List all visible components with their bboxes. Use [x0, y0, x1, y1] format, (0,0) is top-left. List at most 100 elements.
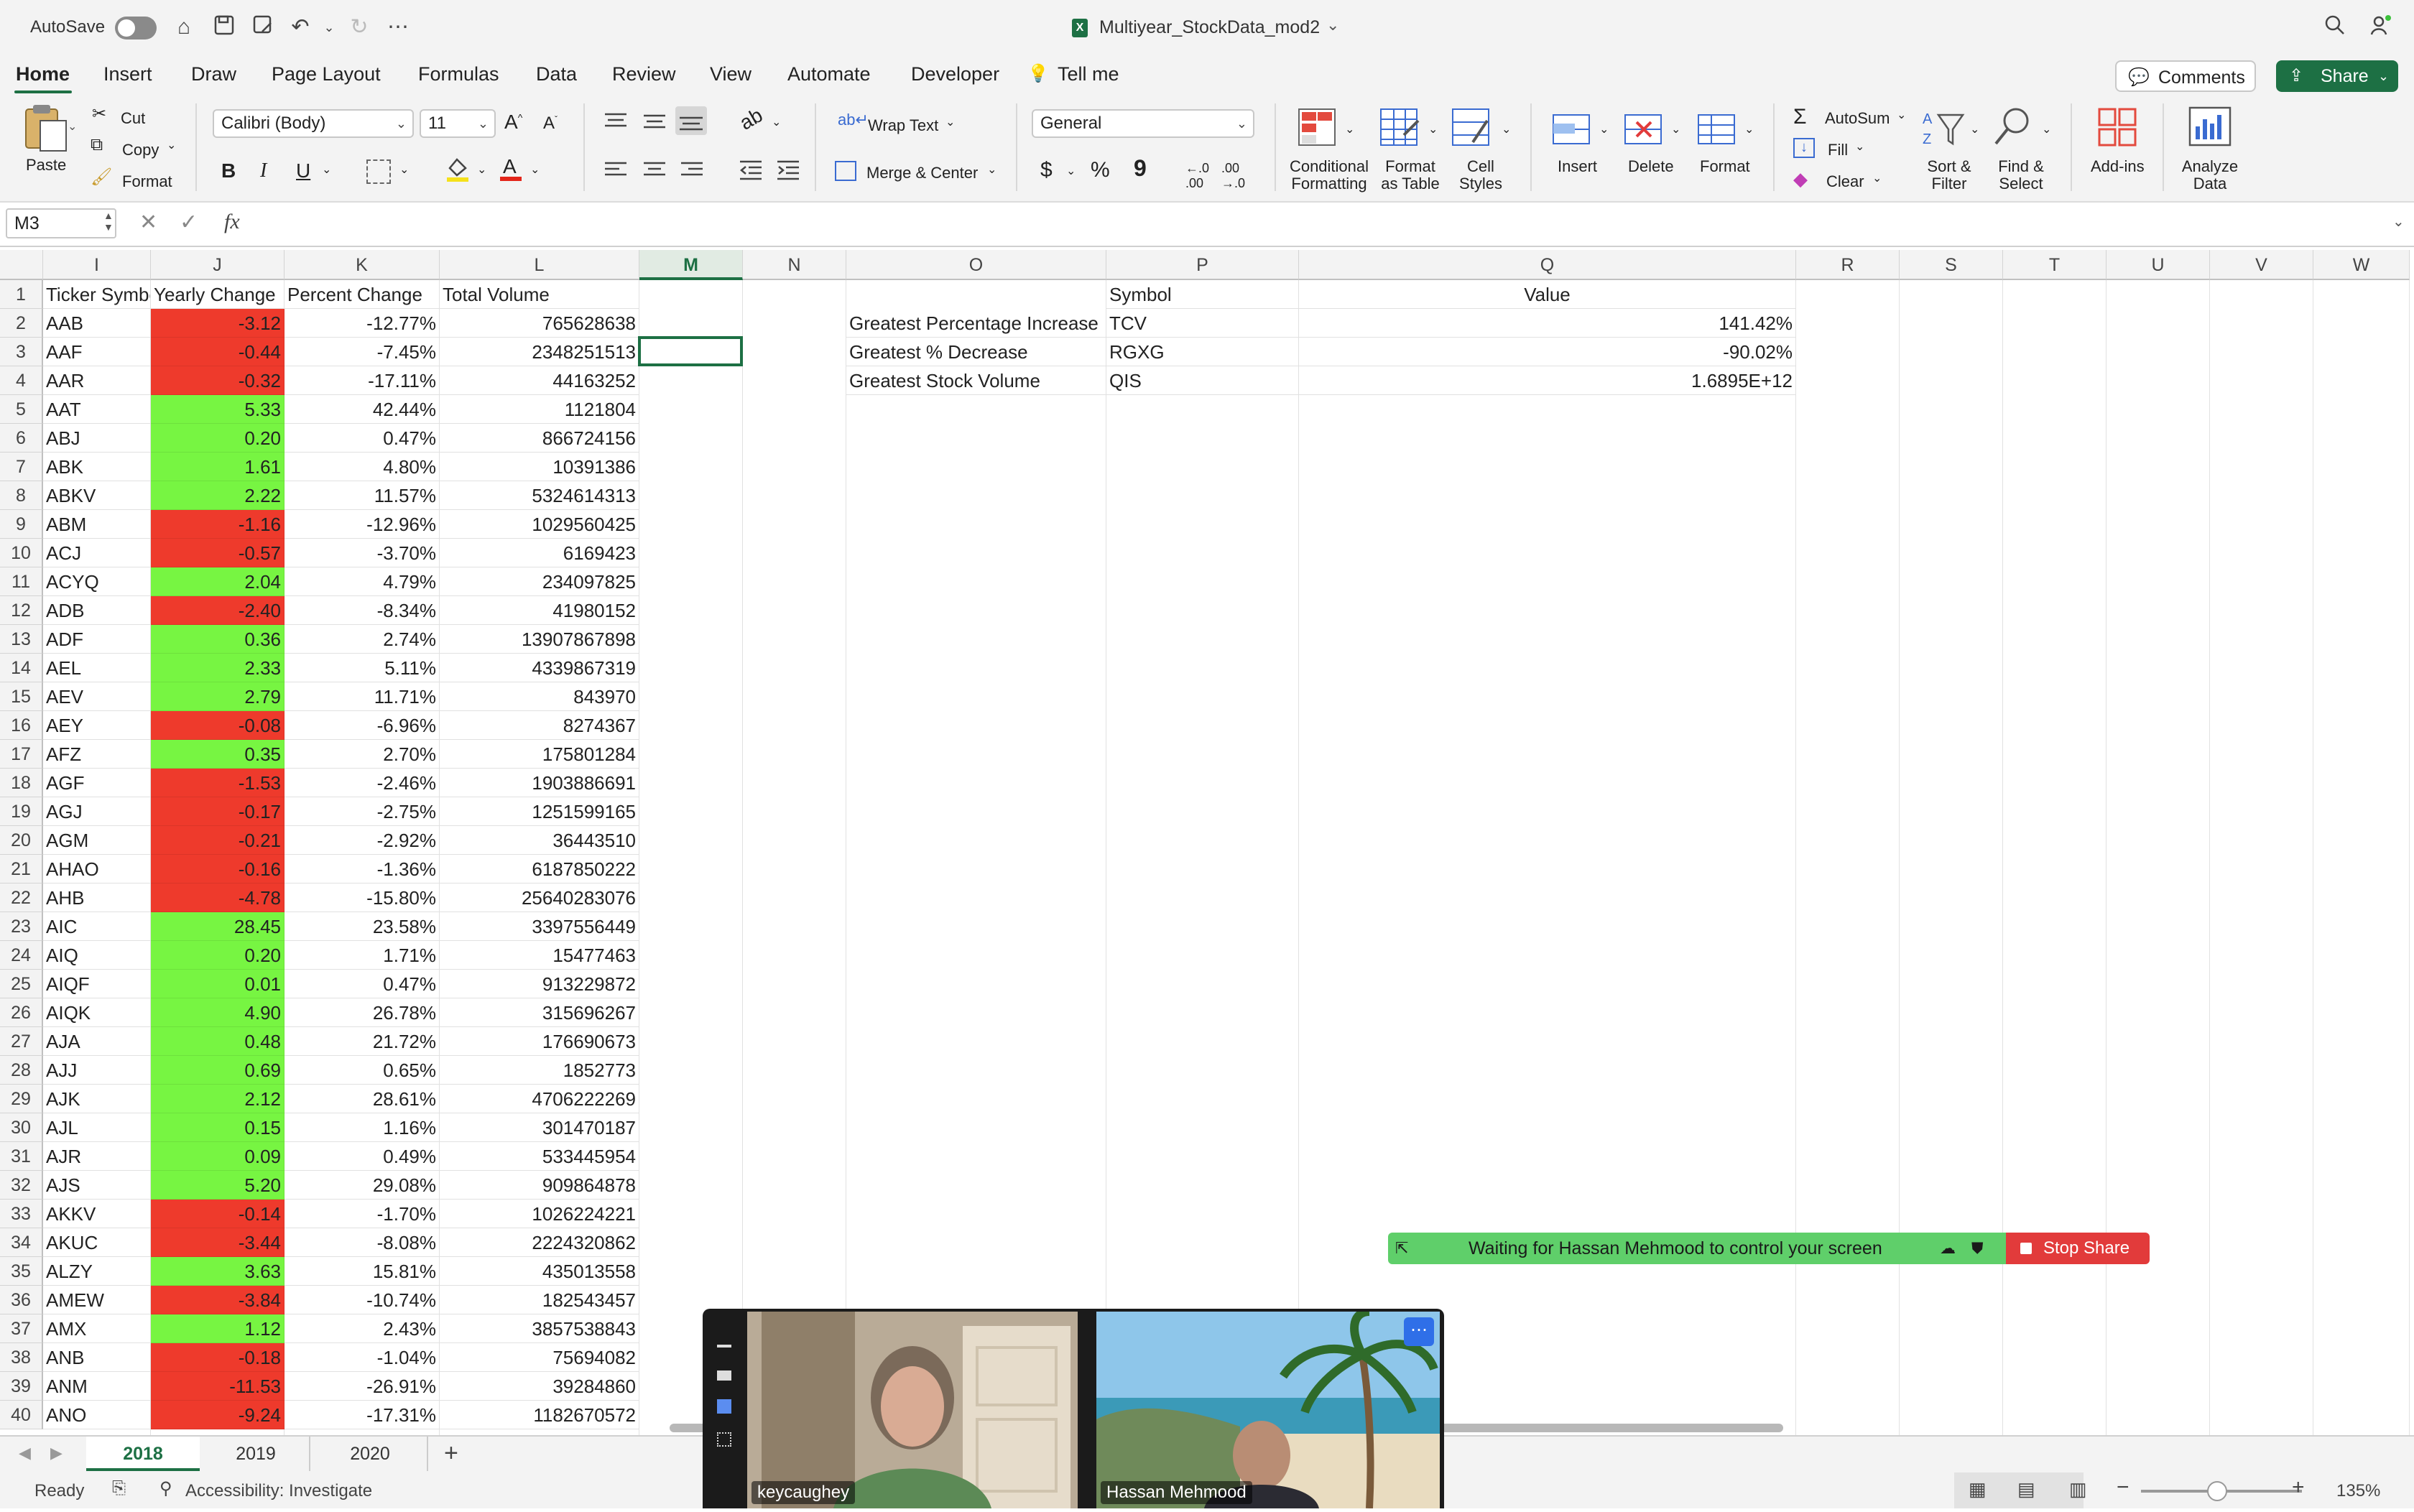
cell-i16[interactable]: AEY	[43, 711, 151, 740]
accessibility-status[interactable]: Accessibility: Investigate	[185, 1481, 372, 1501]
cell-k13[interactable]: 2.74%	[285, 625, 440, 654]
cell-j30[interactable]: 0.15	[151, 1113, 285, 1142]
add-ins-label[interactable]: Add-ins	[2091, 158, 2145, 175]
font-size-select[interactable]: 11 ⌄	[420, 109, 496, 138]
document-title[interactable]: Multiyear_StockData_mod2	[1099, 17, 1320, 38]
conditional-formatting-icon[interactable]	[1298, 106, 1344, 149]
cell-i12[interactable]: ADB	[43, 596, 151, 625]
cell-l14[interactable]: 4339867319	[440, 654, 639, 682]
cell-l15[interactable]: 843970	[440, 682, 639, 711]
cell-l19[interactable]: 1251599165	[440, 797, 639, 826]
cell-i6[interactable]: ABJ	[43, 424, 151, 453]
column-header-n[interactable]: N	[743, 250, 846, 280]
align-right-icon[interactable]	[680, 161, 704, 180]
tab-home[interactable]: Home	[16, 63, 70, 85]
cell-k1[interactable]: Percent Change	[285, 280, 440, 309]
copy-label[interactable]: Copy	[122, 141, 159, 159]
row-header-27[interactable]: 27	[0, 1027, 43, 1056]
cell-i32[interactable]: AJS	[43, 1171, 151, 1200]
cell-i5[interactable]: AAT	[43, 395, 151, 424]
column-header-l[interactable]: L	[440, 250, 639, 280]
cell-j25[interactable]: 0.01	[151, 970, 285, 998]
underline-chevron-icon[interactable]: ⌄	[322, 162, 331, 177]
conditional-formatting-label[interactable]: Conditional Formatting	[1286, 158, 1372, 193]
row-header-10[interactable]: 10	[0, 539, 43, 567]
insert-cells-icon[interactable]	[1550, 108, 1596, 151]
name-box-stepper-icon[interactable]: ▲ ▼	[103, 210, 114, 233]
cell-styles-icon[interactable]	[1451, 106, 1497, 149]
active-cell-selection[interactable]	[638, 336, 743, 366]
format-cells-icon[interactable]	[1696, 108, 1742, 151]
sort-filter-label[interactable]: Sort & Filter	[1917, 158, 1981, 193]
cell-l21[interactable]: 6187850222	[440, 855, 639, 883]
cell-k16[interactable]: -6.96%	[285, 711, 440, 740]
cell-l1[interactable]: Total Volume	[440, 280, 639, 309]
underline-button[interactable]: U	[296, 159, 310, 182]
expand-formula-icon[interactable]: ⌄	[2392, 213, 2405, 231]
comma-style-icon[interactable]: 9	[1134, 155, 1147, 182]
row-header-39[interactable]: 39	[0, 1372, 43, 1401]
cell-k6[interactable]: 0.47%	[285, 424, 440, 453]
enter-icon[interactable]: ✓	[180, 210, 198, 235]
more-options-icon[interactable]: ⋯	[1404, 1317, 1434, 1346]
tab-draw[interactable]: Draw	[191, 63, 236, 85]
fill-color-chevron-icon[interactable]: ⌄	[477, 162, 486, 177]
column-header-j[interactable]: J	[151, 250, 285, 280]
cell-i11[interactable]: ACYQ	[43, 567, 151, 596]
row-header-17[interactable]: 17	[0, 740, 43, 769]
row-header-11[interactable]: 11	[0, 567, 43, 596]
participant-video-1[interactable]: keycaughey	[747, 1312, 1078, 1508]
cell-j34[interactable]: -3.44	[151, 1228, 285, 1257]
cell-k21[interactable]: -1.36%	[285, 855, 440, 883]
cell-j4[interactable]: -0.32	[151, 366, 285, 395]
cell-i40[interactable]: ANO	[43, 1401, 151, 1429]
cell-k2[interactable]: -12.77%	[285, 309, 440, 338]
cell-j31[interactable]: 0.09	[151, 1142, 285, 1171]
decrease-indent-icon[interactable]	[739, 159, 763, 181]
cell-l32[interactable]: 909864878	[440, 1171, 639, 1200]
cell-l11[interactable]: 234097825	[440, 567, 639, 596]
add-ins-icon[interactable]	[2096, 106, 2142, 149]
cell-q2[interactable]: 141.42%	[1299, 309, 1796, 338]
column-header-p[interactable]: P	[1106, 250, 1299, 280]
cell-styles-label[interactable]: Cell Styles	[1448, 158, 1513, 193]
row-header-29[interactable]: 29	[0, 1085, 43, 1113]
sheet-tab-2018[interactable]: 2018	[86, 1437, 200, 1471]
select-all-corner[interactable]	[0, 250, 43, 280]
cell-j1[interactable]: Yearly Change	[151, 280, 285, 309]
cell-i13[interactable]: ADF	[43, 625, 151, 654]
sort-filter-icon[interactable]: AZ	[1923, 108, 1969, 151]
column-header-w[interactable]: W	[2313, 250, 2410, 280]
cell-l26[interactable]: 315696267	[440, 998, 639, 1027]
row-header-16[interactable]: 16	[0, 711, 43, 740]
cell-i1[interactable]: Ticker Symbol	[43, 280, 151, 309]
cell-l12[interactable]: 41980152	[440, 596, 639, 625]
format-cells-label[interactable]: Format	[1700, 158, 1750, 175]
comments-button[interactable]: 💬 Comments	[2115, 60, 2256, 92]
cell-i35[interactable]: ALZY	[43, 1257, 151, 1286]
cell-l10[interactable]: 6169423	[440, 539, 639, 567]
format-as-table-chevron-icon[interactable]: ⌄	[1428, 122, 1438, 136]
column-header-m[interactable]: M	[639, 250, 743, 280]
tab-formulas[interactable]: Formulas	[418, 63, 499, 85]
cell-i27[interactable]: AJA	[43, 1027, 151, 1056]
cell-l6[interactable]: 866724156	[440, 424, 639, 453]
page-layout-view-icon[interactable]: ▤	[2017, 1478, 2035, 1501]
zoom-slider-thumb[interactable]	[2207, 1481, 2227, 1501]
cell-k26[interactable]: 26.78%	[285, 998, 440, 1027]
undo-icon[interactable]: ↶	[287, 14, 313, 40]
cell-j16[interactable]: -0.08	[151, 711, 285, 740]
bold-button[interactable]: B	[221, 159, 236, 182]
cell-j9[interactable]: -1.16	[151, 510, 285, 539]
row-header-34[interactable]: 34	[0, 1228, 43, 1257]
font-color-icon[interactable]: A	[499, 155, 523, 182]
cut-icon[interactable]: ✂	[92, 103, 106, 124]
cell-l13[interactable]: 13907867898	[440, 625, 639, 654]
tab-view[interactable]: View	[710, 63, 752, 85]
cell-i24[interactable]: AIQ	[43, 941, 151, 970]
clear-button[interactable]: Clear	[1826, 172, 1864, 191]
cell-l20[interactable]: 36443510	[440, 826, 639, 855]
cell-j17[interactable]: 0.35	[151, 740, 285, 769]
cell-i22[interactable]: AHB	[43, 883, 151, 912]
paste-label[interactable]: Paste	[26, 157, 66, 174]
